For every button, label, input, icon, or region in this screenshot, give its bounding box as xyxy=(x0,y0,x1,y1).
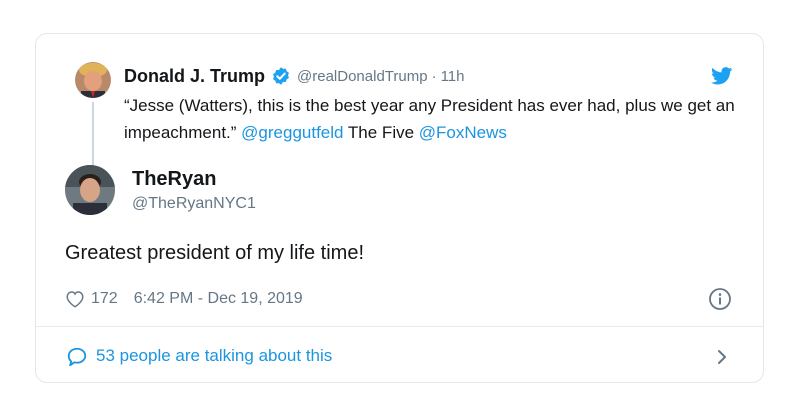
mention-greggutfeld-link[interactable]: @greggutfeld xyxy=(241,123,343,142)
thread-connector-line xyxy=(92,102,94,166)
parent-tweet-header: Donald J. Trump @realDonaldTrump · 11h xyxy=(124,64,465,88)
reply-author-name[interactable]: TheRyan xyxy=(132,168,216,191)
reply-author-avatar[interactable] xyxy=(65,165,115,215)
parent-author-avatar[interactable] xyxy=(75,62,111,98)
talking-count-text: 53 people are talking about this xyxy=(96,346,333,365)
like-count: 172 xyxy=(91,290,118,307)
conversation-footer-link[interactable]: 53 people are talking about this xyxy=(36,327,763,383)
parent-tweet-time[interactable]: 11h xyxy=(441,68,465,85)
tweet-meta-row: 172 6:42 PM - Dec 19, 2019 xyxy=(65,288,303,310)
speech-bubble-icon xyxy=(67,347,87,367)
parent-author-handle[interactable]: @realDonaldTrump xyxy=(297,68,428,85)
mention-foxnews-link[interactable]: @FoxNews xyxy=(419,123,507,142)
parent-tweet-text: “Jesse (Watters), this is the best year … xyxy=(124,92,749,146)
verified-badge-icon xyxy=(273,67,289,85)
show-name-text: The Five xyxy=(343,123,419,142)
tweet-timestamp[interactable]: 6:42 PM - Dec 19, 2019 xyxy=(134,290,303,308)
reply-tweet-text: Greatest president of my life time! xyxy=(65,242,365,264)
chevron-right-icon[interactable] xyxy=(716,347,728,367)
header-separator: · xyxy=(431,67,437,85)
reply-author-handle[interactable]: @TheRyanNYC1 xyxy=(132,195,256,213)
parent-author-name[interactable]: Donald J. Trump xyxy=(124,66,265,87)
embedded-tweet-card: Donald J. Trump @realDonaldTrump · 11h “… xyxy=(35,33,764,383)
twitter-bird-icon[interactable] xyxy=(711,67,733,85)
info-icon[interactable] xyxy=(708,287,732,311)
heart-icon[interactable] xyxy=(65,290,85,308)
